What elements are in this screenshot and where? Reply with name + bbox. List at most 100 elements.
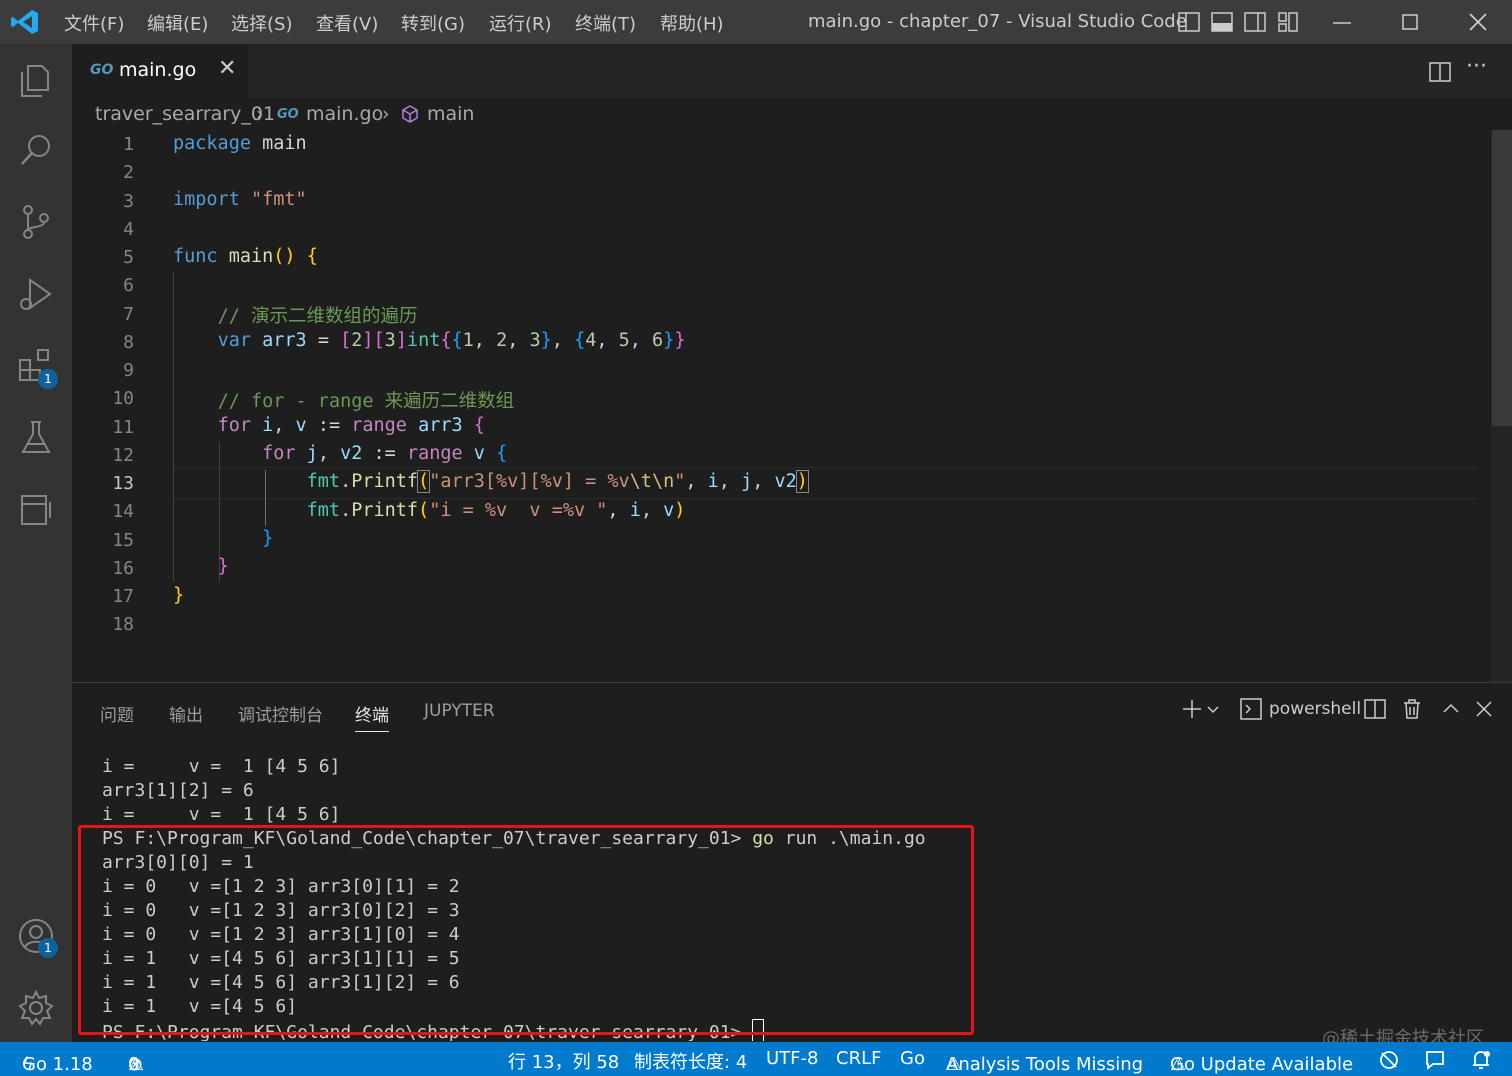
menu-edit[interactable]: 编辑(E) (147, 10, 208, 36)
go-file-icon: GO (277, 107, 299, 122)
code-line-8: var arr3 = [2][3]int{{1, 2, 3}, {4, 5, 6… (217, 330, 686, 351)
remote-explorer-icon[interactable] (16, 490, 56, 530)
toggle-panel-icon[interactable] (1210, 10, 1234, 34)
line-number: 3 (123, 190, 134, 212)
status-language[interactable]: Go (900, 1048, 925, 1069)
editor-scrollbar[interactable] (1492, 130, 1512, 426)
search-icon[interactable] (16, 130, 56, 170)
line-number: 1 (123, 134, 134, 155)
extensions-badge: 1 (38, 369, 58, 389)
editor-tab-bar: GO main.go ✕ ··· (72, 44, 1512, 98)
code-line-13: fmt.Printf("arr3[%v][%v] = %v\t\n", i, j… (306, 470, 809, 493)
terminal-line: arr3[1][2] = 6 (102, 780, 254, 801)
split-terminal-icon[interactable] (1363, 697, 1387, 721)
minimize-icon[interactable] (1330, 10, 1354, 34)
window-title: main.go - chapter_07 - Visual Studio Cod… (808, 11, 1187, 32)
panel-tab-terminal[interactable]: 终端 (355, 701, 389, 732)
close-tab-icon[interactable]: ✕ (218, 56, 236, 81)
code-line-17: } (173, 585, 185, 606)
line-number: 14 (112, 501, 134, 523)
status-bar: Go 1.18 ϟ ⊗ 0 ⚠ 0 行 13，列 58 制表符长度: 4 UTF… (0, 1042, 1512, 1076)
terminal-line: i = v = 1 [4 5 6] (102, 804, 341, 825)
panel-tab-jupyter[interactable]: JUPYTER (424, 701, 495, 721)
breadcrumb-folder[interactable]: traver_searrary_01 (95, 103, 275, 125)
menu-view[interactable]: 查看(V) (316, 10, 378, 36)
breadcrumb-separator-icon: › (382, 103, 390, 125)
activity-bar: 1 1 (0, 44, 72, 1042)
source-control-icon[interactable] (16, 202, 56, 242)
lightning-icon: ϟ (22, 1054, 34, 1075)
menu-go[interactable]: 转到(G) (401, 10, 465, 36)
close-panel-icon[interactable] (1472, 697, 1496, 721)
split-editor-icon[interactable] (1428, 60, 1452, 84)
terminal-line: i = v = 1 [4 5 6] (102, 756, 341, 777)
status-encoding[interactable]: UTF-8 (766, 1048, 818, 1069)
manage-gear-icon[interactable] (16, 988, 56, 1028)
breadcrumb: traver_searrary_01 › GO main.go › main (72, 98, 1512, 130)
line-number: 16 (112, 557, 134, 579)
toggle-secondary-sidebar-icon[interactable] (1243, 10, 1267, 34)
line-number: 4 (123, 218, 134, 240)
go-file-icon: GO (90, 62, 114, 78)
line-number: 5 (123, 247, 134, 268)
line-number: 13 (112, 473, 134, 494)
run-debug-icon[interactable] (16, 274, 56, 314)
maximize-icon[interactable] (1398, 10, 1422, 34)
code-line-12: for j, v2 := range v { (262, 443, 508, 464)
code-line-10: // for - range 来遍历二维数组 (217, 391, 515, 412)
menu-selection[interactable]: 选择(S) (231, 10, 292, 36)
status-eol[interactable]: CRLF (836, 1048, 881, 1069)
menu-run[interactable]: 运行(R) (489, 10, 552, 36)
code-line-11: for i, v := range arr3 { (217, 415, 485, 436)
tab-main-go[interactable]: GO main.go ✕ (72, 44, 248, 98)
new-terminal-icon[interactable] (1180, 697, 1204, 721)
breadcrumb-separator-icon: › (256, 103, 264, 125)
code-line-3: import "fmt" (173, 189, 307, 210)
status-cursor-position[interactable]: 行 13，列 58 (508, 1048, 619, 1074)
line-number: 6 (123, 275, 134, 297)
line-number: 17 (112, 586, 134, 607)
line-number: 11 (112, 416, 134, 438)
chevron-down-icon[interactable] (1206, 697, 1220, 721)
explorer-icon[interactable] (16, 60, 56, 100)
terminal-icon (1240, 698, 1262, 720)
panel-tab-output[interactable]: 输出 (169, 701, 203, 726)
toggle-sidebar-icon[interactable] (1177, 10, 1201, 34)
terminal-shell-label[interactable]: powershell (1269, 699, 1361, 719)
line-number: 10 (112, 388, 134, 410)
line-number: 2 (123, 162, 134, 184)
panel-tab-debug-console[interactable]: 调试控制台 (238, 701, 323, 726)
close-window-icon[interactable] (1466, 10, 1490, 34)
notifications-bell-icon[interactable] (1470, 1049, 1492, 1071)
maximize-panel-icon[interactable] (1439, 697, 1463, 721)
title-bar: 文件(F) 编辑(E) 选择(S) 查看(V) 转到(G) 运行(R) 终端(T… (0, 0, 1512, 44)
line-number: 8 (123, 331, 134, 353)
menu-file[interactable]: 文件(F) (64, 10, 124, 36)
feedback-icon[interactable] (1424, 1049, 1446, 1071)
code-line-14: fmt.Printf("i = %v v =%v ", i, v) (306, 500, 686, 521)
breadcrumb-symbol[interactable]: main (427, 103, 474, 125)
status-indentation[interactable]: 制表符长度: 4 (634, 1048, 747, 1074)
code-line-7: // 演示二维数组的遍历 (217, 306, 418, 327)
line-number: 7 (123, 303, 134, 325)
vscode-logo-icon (11, 10, 38, 34)
line-number: 9 (123, 360, 134, 381)
code-line-15: } (262, 528, 274, 549)
customize-layout-icon[interactable] (1276, 10, 1300, 34)
line-number: 15 (112, 529, 134, 551)
tab-label: main.go (119, 59, 197, 81)
menu-help[interactable]: 帮助(H) (660, 10, 724, 36)
code-editor[interactable]: 1 2 3 4 5 6 7 8 9 10 11 12 13 14 15 16 17 18 package main… (72, 130, 1512, 682)
line-number: 18 (112, 614, 134, 636)
breadcrumb-file[interactable]: main.go (306, 103, 383, 125)
line-number: 12 (112, 444, 134, 466)
code-line-1: package main (173, 133, 307, 154)
more-actions-icon[interactable]: ··· (1466, 54, 1487, 79)
highlight-annotation-box (78, 825, 974, 1035)
testing-icon[interactable] (16, 418, 56, 458)
live-share-icon[interactable] (1378, 1049, 1400, 1071)
code-line-16: } (217, 556, 229, 577)
kill-terminal-icon[interactable] (1400, 697, 1424, 721)
panel-tab-problems[interactable]: 问题 (100, 701, 134, 726)
menu-terminal[interactable]: 终端(T) (575, 10, 636, 36)
